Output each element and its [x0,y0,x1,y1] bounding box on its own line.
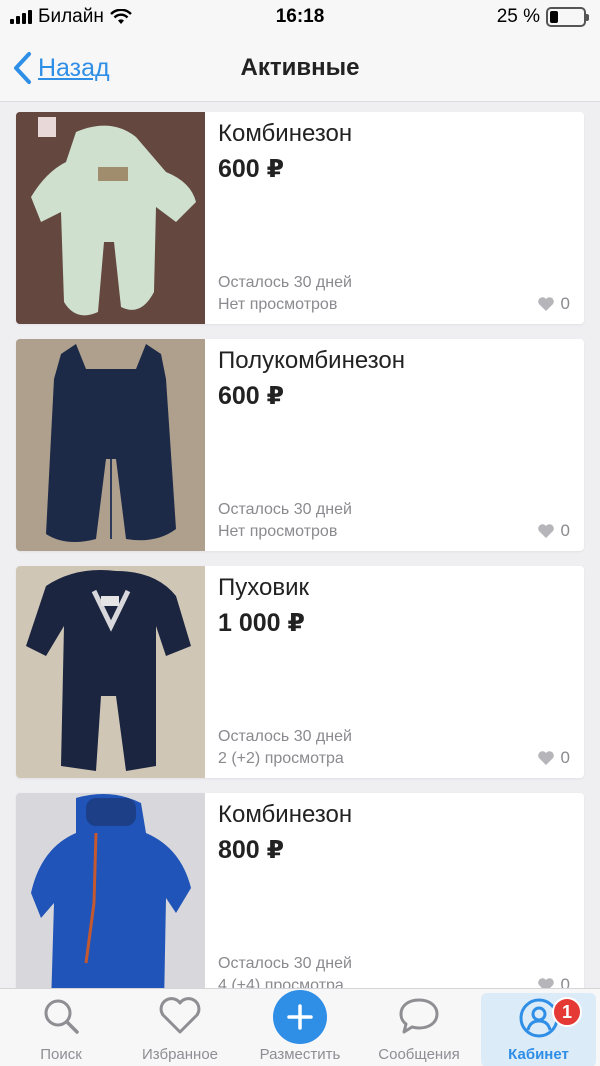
listing-price: 600 ₽ [218,155,285,183]
listing-likes: 0 [537,748,570,768]
status-right: 25 % [496,6,589,28]
battery-fill [550,11,558,23]
listing-likes: 0 [537,294,570,314]
navigation-bar: Назад Активные [0,36,600,102]
listing-title: Комбинезон [218,801,353,828]
listing-days-left: Осталось 30 дней [218,274,352,291]
listing-photo [16,566,205,778]
listing-photo [16,793,205,1005]
listing-price: 1 000 ₽ [218,609,305,637]
listing-views: 2 (+2) просмотра [218,750,344,767]
tab-search-label: Поиск [40,1046,82,1063]
listing-list: Комбинезон 600 ₽ Осталось 30 дней Нет пр… [16,112,584,1020]
listing-price: 800 ₽ [218,836,285,864]
like-count: 0 [560,521,570,540]
tab-favorites[interactable]: Избранное [121,989,239,1066]
heart-icon [537,751,554,765]
listing-likes: 0 [537,521,570,541]
listing-views: Нет просмотров [218,523,338,540]
tab-post-label: Разместить [259,1046,341,1063]
tab-post[interactable]: Разместить [241,989,359,1066]
page-title: Активные [240,54,360,81]
like-count: 0 [560,748,570,767]
tab-cabinet[interactable]: Кабинет 1 [481,993,596,1066]
listing-title: Полукомбинезон [218,347,405,374]
listing-card[interactable]: Комбинезон 800 ₽ Осталось 30 дней 4 (+4)… [16,793,584,1005]
listing-title: Пуховик [218,574,309,601]
listing-photo [16,112,205,324]
listing-days-left: Осталось 30 дней [218,728,352,745]
tab-messages-label: Сообщения [378,1046,460,1063]
battery-percent: 25 % [496,6,540,27]
listing-card[interactable]: Пуховик 1 000 ₽ Осталось 30 дней 2 (+2) … [16,566,584,778]
like-count: 0 [560,294,570,313]
heart-icon [537,297,554,311]
heart-icon [537,524,554,538]
battery-icon [546,7,589,27]
search-icon [44,999,79,1034]
listing-title: Комбинезон [218,120,353,147]
listing-views: Нет просмотров [218,296,338,313]
tab-search[interactable]: Поиск [2,989,120,1066]
status-bar: Билайн 16:18 25 % [0,0,600,36]
plus-icon [273,990,327,1044]
listing-card[interactable]: Комбинезон 600 ₽ Осталось 30 дней Нет пр… [16,112,584,324]
tab-cabinet-label: Кабинет [508,1046,569,1063]
listing-card[interactable]: Полукомбинезон 600 ₽ Осталось 30 дней Не… [16,339,584,551]
listing-price: 600 ₽ [218,382,285,410]
tab-bar: Поиск Избранное Разместить Сообщения Каб… [0,988,600,1066]
tab-favorites-label: Избранное [141,1046,219,1063]
notification-badge: 1 [552,997,582,1027]
heart-outline-icon [159,997,201,1034]
chat-bubble-icon [399,998,439,1034]
listing-photo [16,339,205,551]
listing-days-left: Осталось 30 дней [218,501,352,518]
tab-messages[interactable]: Сообщения [360,989,478,1066]
listing-days-left: Осталось 30 дней [218,955,352,972]
